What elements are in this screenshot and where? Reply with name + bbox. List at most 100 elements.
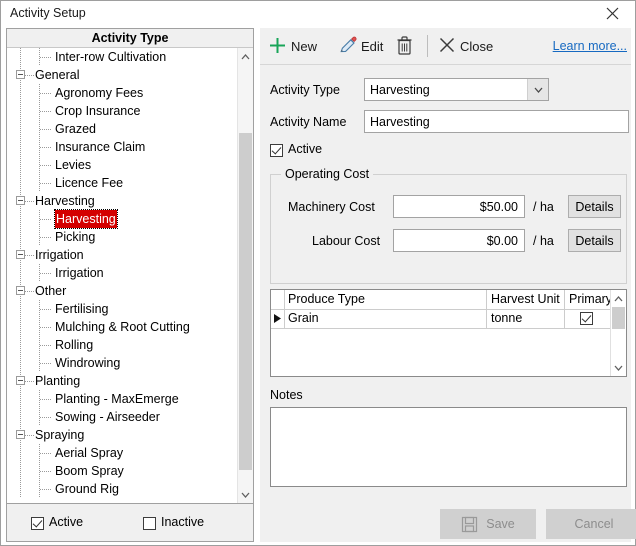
tree-item-label[interactable]: Aerial Spray <box>55 444 123 462</box>
tree-item-label[interactable]: Windrowing <box>55 354 120 372</box>
chevron-down-icon[interactable] <box>527 79 548 100</box>
tree-item-label[interactable]: Sowing - Airseeder <box>55 408 160 426</box>
tree-item[interactable]: Picking <box>7 228 253 246</box>
tree-item-label[interactable]: Crop Insurance <box>55 102 140 120</box>
tree-item[interactable]: Planting - MaxEmerge <box>7 390 253 408</box>
tree-item[interactable]: General <box>7 66 253 84</box>
grid-header-row: Produce Type Harvest Unit Primary <box>271 290 626 310</box>
tree-item[interactable]: Licence Fee <box>7 174 253 192</box>
primary-checkbox[interactable] <box>580 312 593 325</box>
table-row[interactable]: Grain tonne <box>271 309 626 329</box>
grid-scrollbar-thumb[interactable] <box>612 307 625 329</box>
tree-item[interactable]: Sowing - Airseeder <box>7 408 253 426</box>
cell-produce-type[interactable]: Grain <box>284 309 487 328</box>
tree-item-label[interactable]: Spraying <box>35 426 84 444</box>
activity-type-tree[interactable]: Inter-row Cultivation General Agronomy Fee… <box>7 48 253 503</box>
tree-item[interactable]: Crop Insurance <box>7 102 253 120</box>
delete-button[interactable] <box>395 34 414 59</box>
tree-item-label[interactable]: Planting - MaxEmerge <box>55 390 179 408</box>
tree-item[interactable]: Mulching & Root Cutting <box>7 318 253 336</box>
close-button[interactable]: Close <box>438 34 493 59</box>
notes-textarea[interactable] <box>270 407 627 487</box>
tree-item-label-selected[interactable]: Harvesting <box>54 209 118 229</box>
produce-type-grid[interactable]: Produce Type Harvest Unit Primary Grain … <box>270 289 627 377</box>
grid-scrollbar[interactable] <box>610 290 626 376</box>
tree-item-label[interactable]: Harvesting <box>35 192 95 210</box>
labour-cost-input[interactable]: $0.00 <box>393 229 525 252</box>
new-button[interactable]: New <box>268 34 317 59</box>
tree-item-label[interactable]: Picking <box>55 228 95 246</box>
tree-item-label[interactable]: Ground Rig <box>55 480 119 498</box>
tree-item[interactable]: Insurance Claim <box>7 138 253 156</box>
tree-item[interactable]: Aerial Spray <box>7 444 253 462</box>
activity-name-input[interactable]: Harvesting <box>364 110 629 133</box>
column-header-primary[interactable]: Primary <box>565 290 611 309</box>
scroll-up-icon[interactable] <box>238 48 253 65</box>
filter-active-checkbox[interactable] <box>31 517 44 530</box>
tree-connector-line <box>40 273 51 274</box>
tree-item[interactable]: Rolling <box>7 336 253 354</box>
tree-item-label[interactable]: Irrigation <box>35 246 84 264</box>
window-title: Activity Setup <box>10 6 86 20</box>
edit-button[interactable]: Edit <box>338 34 383 59</box>
grid-scroll-down-icon[interactable] <box>611 359 626 376</box>
tree-expander-icon[interactable] <box>16 376 25 385</box>
tree-item-label[interactable]: Irrigation <box>55 264 104 282</box>
tree-item[interactable]: Harvesting <box>7 192 253 210</box>
column-header-produce-type[interactable]: Produce Type <box>284 290 487 309</box>
tree-item-label[interactable]: Other <box>35 282 66 300</box>
cell-harvest-unit[interactable]: tonne <box>487 309 565 328</box>
learn-more-link[interactable]: Learn more... <box>553 39 627 53</box>
tree-item[interactable]: Irrigation <box>7 264 253 282</box>
tree-item-label[interactable]: General <box>35 66 79 84</box>
tree-item-label[interactable]: Levies <box>55 156 91 174</box>
tree-item[interactable]: Levies <box>7 156 253 174</box>
tree-connector-line <box>40 327 51 328</box>
tree-item[interactable]: Harvesting <box>7 209 253 229</box>
tree-expander-icon[interactable] <box>16 70 25 79</box>
cell-primary[interactable] <box>565 309 611 328</box>
tree-connector-line <box>40 183 51 184</box>
tree-item-label[interactable]: Planting <box>35 372 80 390</box>
column-header-harvest-unit[interactable]: Harvest Unit <box>487 290 565 309</box>
tree-item[interactable]: Irrigation <box>7 246 253 264</box>
grid-scroll-up-icon[interactable] <box>611 290 626 307</box>
tree-scrollbar[interactable] <box>237 48 253 503</box>
tree-item-label[interactable]: Inter-row Cultivation <box>55 48 166 66</box>
tree-item[interactable]: Spraying <box>7 426 253 444</box>
tree-item[interactable]: Planting <box>7 372 253 390</box>
tree-item-label[interactable]: Boom Spray <box>55 462 124 480</box>
tree-item[interactable]: Inter-row Cultivation <box>7 48 253 66</box>
cancel-button[interactable]: Cancel <box>546 509 636 539</box>
tree-item-label[interactable]: Mulching & Root Cutting <box>55 318 190 336</box>
tree-expander-icon[interactable] <box>16 196 25 205</box>
new-button-label: New <box>291 39 318 54</box>
machinery-cost-input[interactable]: $50.00 <box>393 195 525 218</box>
close-icon[interactable] <box>590 1 635 26</box>
operating-cost-title: Operating Cost <box>281 167 374 181</box>
activity-type-select[interactable]: Harvesting <box>364 78 549 101</box>
tree-item[interactable]: Agronomy Fees <box>7 84 253 102</box>
active-checkbox[interactable] <box>270 144 283 157</box>
scroll-down-icon[interactable] <box>238 486 253 503</box>
tree-item[interactable]: Fertilising <box>7 300 253 318</box>
save-button[interactable]: Save <box>440 509 536 539</box>
machinery-details-button[interactable]: Details <box>568 195 621 218</box>
tree-item-label[interactable]: Insurance Claim <box>55 138 145 156</box>
tree-item[interactable]: Grazed <box>7 120 253 138</box>
tree-item[interactable]: Ground Rig <box>7 480 253 498</box>
tree-item-label[interactable]: Agronomy Fees <box>55 84 143 102</box>
labour-details-button[interactable]: Details <box>568 229 621 252</box>
tree-item[interactable]: Other <box>7 282 253 300</box>
tree-item[interactable]: Boom Spray <box>7 462 253 480</box>
tree-expander-icon[interactable] <box>16 430 25 439</box>
tree-item-label[interactable]: Fertilising <box>55 300 109 318</box>
scrollbar-thumb[interactable] <box>239 133 252 470</box>
filter-inactive-checkbox[interactable] <box>143 517 156 530</box>
tree-item-label[interactable]: Grazed <box>55 120 96 138</box>
tree-item-label[interactable]: Rolling <box>55 336 93 354</box>
tree-item-label[interactable]: Licence Fee <box>55 174 123 192</box>
tree-item[interactable]: Windrowing <box>7 354 253 372</box>
tree-expander-icon[interactable] <box>16 250 25 259</box>
tree-expander-icon[interactable] <box>16 286 25 295</box>
